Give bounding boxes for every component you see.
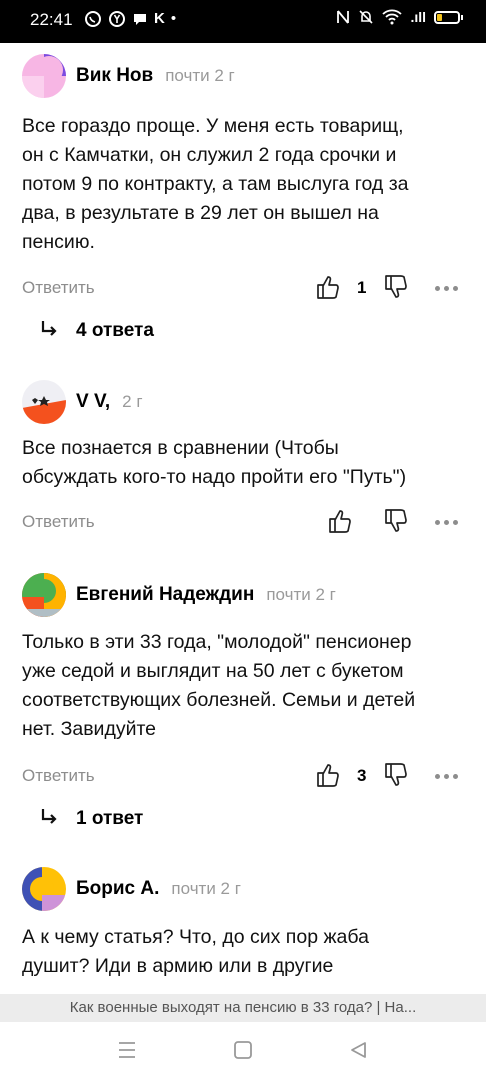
battery-icon [434,10,463,24]
message-icon [134,14,146,25]
like-icon[interactable] [316,274,340,300]
comment: Борис А. почти 2 г А к чему статья? Что, … [22,867,464,982]
home-icon[interactable] [233,1040,253,1060]
dislike-icon[interactable] [384,762,408,788]
wifi-icon [382,9,403,25]
comment-line: потом 9 по контракту, а там выслуга год … [22,173,409,195]
avatar[interactable] [22,867,66,911]
more-options-icon[interactable] [435,774,458,779]
comment-text: Все гораздо проще. У меня есть товарищ, … [22,112,409,257]
like-icon[interactable] [328,508,352,534]
dislike-icon[interactable] [384,274,408,300]
avatar[interactable] [22,573,66,617]
like-icon[interactable] [316,762,340,788]
notification-icons: K • [84,9,176,29]
avatar[interactable] [22,54,66,98]
comment-line: два, в результате в 29 лет он вышел на [22,202,379,224]
replies-count[interactable]: 4 ответа [76,320,154,341]
author-name[interactable]: Борис А. [76,878,159,899]
comment: Евгений Надеждин почти 2 г Только в эти 3… [22,573,464,843]
comment: V V, 2 г Все познается в сравнении (Чтобы… [22,380,464,550]
comment-line: обсуждать кого-то надо пройти его "Путь"… [22,466,407,488]
comment-line: он с Камчатки, он служил 2 года срочки и [22,144,397,166]
menu-icon[interactable] [117,1040,137,1060]
more-options-icon[interactable] [435,520,458,525]
replies-toggle[interactable]: 1 ответ [40,808,143,830]
comment-time: почти 2 г [266,585,336,604]
dislike-icon[interactable] [384,508,408,534]
comment-time: 2 г [122,392,143,411]
comment-author[interactable]: V V, 2 г [76,391,143,413]
comment-actions: Ответить [22,508,464,538]
page-title-bar[interactable]: Как военные выходят на пенсию в 33 года?… [0,994,486,1022]
author-name[interactable]: V V, [76,391,110,412]
comment-actions: Ответить 3 [22,762,464,792]
reply-button[interactable]: Ответить [22,512,95,532]
mute-icon [359,10,374,24]
replies-toggle[interactable]: 4 ответа [40,320,154,342]
comment-time: почти 2 г [165,66,235,85]
comment-text: Все познается в сравнении (Чтобы обсужда… [22,434,406,492]
comment-actions: Ответить 1 [22,274,464,304]
comment-line: соответствующих болезней. Семьи и детей [22,689,416,711]
more-options-icon[interactable] [435,286,458,291]
comment-line: Все гораздо проще. У меня есть товарищ, [22,115,404,137]
reply-button[interactable]: Ответить [22,278,95,298]
comment-line: А к чему статья? Что, до сих пор жаба [22,926,369,948]
like-count: 1 [357,278,367,297]
comment-header: V V, 2 г [22,380,464,426]
nfc-icon [337,10,350,24]
like-count: 3 [357,766,367,785]
avatar[interactable] [22,380,66,424]
comment-line: уже седой и выглядит на 50 лет с букетом [22,660,404,682]
comment-text: А к чему статья? Что, до сих пор жаба ду… [22,923,369,981]
signal-icon: .ıll [410,9,426,25]
back-icon[interactable] [349,1040,369,1060]
yandex-icon [109,11,125,27]
comment-author[interactable]: Евгений Надеждин почти 2 г [76,584,336,606]
system-icons: .ıll [336,9,463,25]
comment-header: Вик Нов почти 2 г [22,54,464,100]
author-name[interactable]: Вик Нов [76,65,153,86]
navigation-bar [0,1022,486,1080]
comment-line: пенсию. [22,231,95,253]
k-icon: K [154,10,165,27]
comment-line: Все познается в сравнении (Чтобы [22,437,339,459]
whatsapp-icon [85,11,101,27]
reply-arrow-icon [41,809,57,824]
comment: Вик Нов почти 2 г Все гораздо проще. У ме… [22,54,464,354]
author-name[interactable]: Евгений Надеждин [76,584,254,605]
comment-text: Только в эти 33 года, "молодой" пенсионе… [22,628,415,744]
reply-arrow-icon [41,321,57,336]
comment-header: Борис А. почти 2 г [22,867,464,913]
comment-line: нет. Завидуйте [22,718,157,740]
comment-time: почти 2 г [171,879,241,898]
comment-author[interactable]: Борис А. почти 2 г [76,878,241,900]
dot-icon: • [170,10,177,27]
reply-button[interactable]: Ответить [22,766,95,786]
replies-count[interactable]: 1 ответ [76,808,143,829]
comment-line: Только в эти 33 года, "молодой" пенсионе… [22,631,412,653]
comment-line: душит? Иди в армию или в другие [22,955,334,977]
comment-header: Евгений Надеждин почти 2 г [22,573,464,619]
status-time: 22:41 [30,10,73,29]
comment-author[interactable]: Вик Нов почти 2 г [76,65,235,87]
status-bar: 22:41 K • .ıll [0,0,486,43]
